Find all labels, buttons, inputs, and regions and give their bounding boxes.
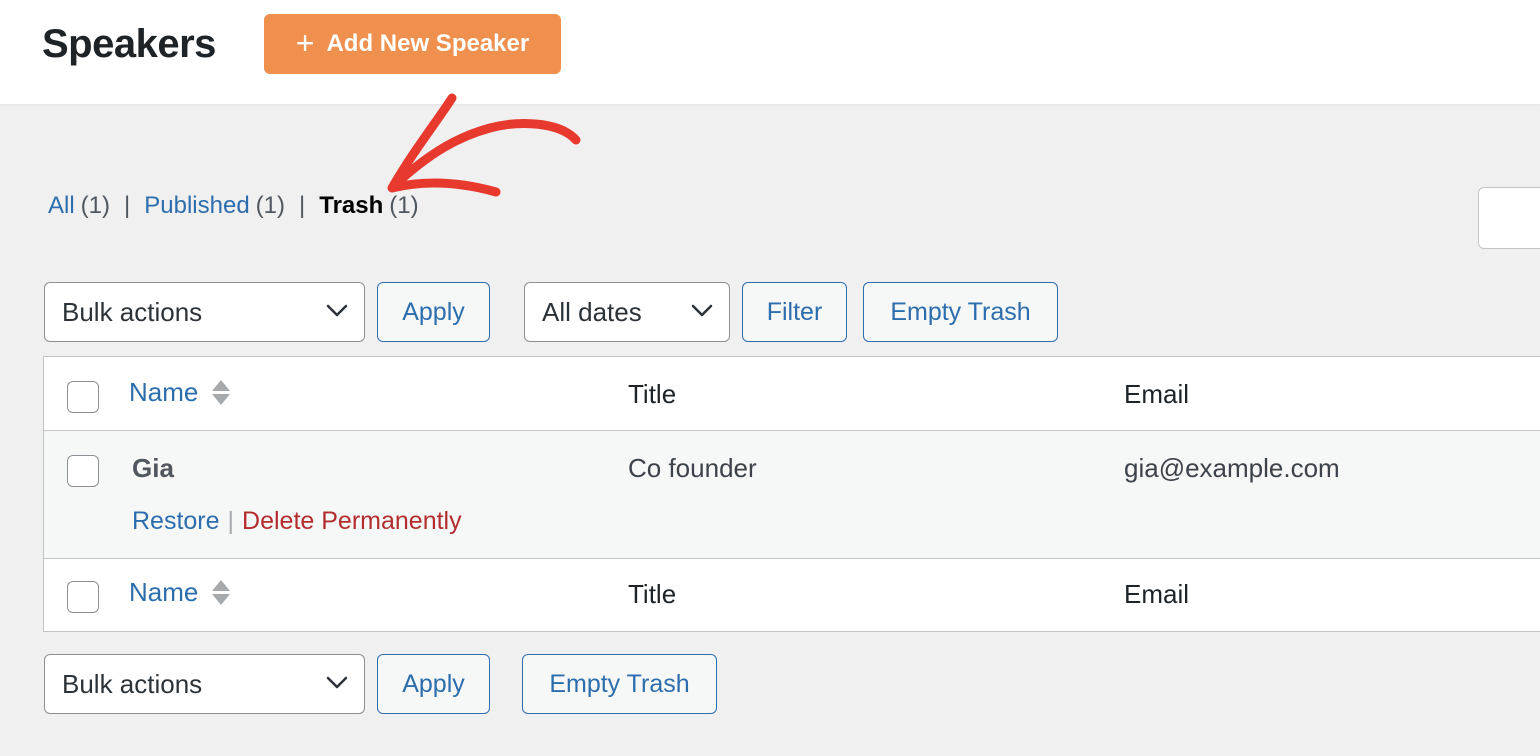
table-footer-row: Name Title Email	[44, 559, 1540, 633]
page-title: Speakers	[42, 22, 216, 66]
filter-button[interactable]: Filter	[742, 282, 847, 342]
delete-permanently-link[interactable]: Delete Permanently	[242, 507, 462, 536]
chevron-down-icon	[326, 676, 348, 689]
speaker-email: gia@example.com	[1124, 453, 1340, 483]
add-new-speaker-label: Add New Speaker	[326, 30, 530, 57]
apply-button-top[interactable]: Apply	[377, 282, 490, 342]
column-name-label: Name	[129, 577, 199, 607]
bulk-actions-value: Bulk actions	[62, 296, 203, 327]
view-published-count: (1)	[255, 192, 286, 219]
arrow-annotation-icon	[387, 93, 581, 197]
restore-link[interactable]: Restore	[132, 507, 220, 536]
date-filter-value: All dates	[542, 296, 642, 327]
date-filter-select[interactable]: All dates	[524, 282, 730, 342]
chevron-down-icon	[326, 304, 348, 317]
empty-trash-button-top[interactable]: Empty Trash	[863, 282, 1058, 342]
bulk-actions-select-top[interactable]: Bulk actions	[44, 282, 365, 342]
column-email-label: Email	[1124, 379, 1190, 409]
column-name-sort-footer[interactable]: Name	[129, 577, 231, 608]
add-new-speaker-button[interactable]: + Add New Speaker	[264, 14, 561, 74]
speaker-title: Co founder	[628, 453, 757, 483]
sort-arrows-icon	[212, 580, 231, 605]
view-filters: All (1) | Published (1) | Trash (1)	[48, 192, 419, 220]
apply-button-bottom[interactable]: Apply	[377, 654, 490, 714]
column-name-label: Name	[129, 377, 199, 407]
view-trash-count: (1)	[389, 192, 419, 219]
table-row: Gia Co founder gia@example.com Restore |…	[44, 431, 1540, 559]
table-header-row: Name Title Email	[44, 357, 1540, 431]
select-all-checkbox-footer[interactable]	[67, 581, 99, 613]
column-name-sort[interactable]: Name	[129, 377, 231, 408]
row-actions: Restore | Delete Permanently	[132, 507, 462, 536]
column-title-label: Title	[628, 579, 677, 609]
view-separator: |	[299, 192, 306, 219]
speakers-table: Name Title Email Gia Co founder gia@exam…	[43, 356, 1540, 632]
bulk-actions-value: Bulk actions	[62, 668, 203, 699]
search-input[interactable]	[1478, 187, 1540, 249]
sort-arrows-icon	[212, 380, 231, 405]
speaker-name: Gia	[132, 453, 174, 483]
view-all-count: (1)	[80, 192, 111, 219]
page-header: Speakers + Add New Speaker	[0, 0, 1540, 104]
empty-trash-button-bottom[interactable]: Empty Trash	[522, 654, 717, 714]
column-email-label: Email	[1124, 579, 1190, 609]
view-separator: |	[124, 192, 131, 219]
view-trash-link[interactable]: Trash	[319, 192, 383, 220]
select-all-checkbox[interactable]	[67, 381, 99, 413]
view-published-link[interactable]: Published	[144, 192, 249, 220]
plus-icon: +	[295, 24, 315, 61]
row-checkbox[interactable]	[67, 455, 99, 487]
column-title-label: Title	[628, 379, 677, 409]
view-all-link[interactable]: All	[48, 192, 75, 220]
bulk-actions-select-bottom[interactable]: Bulk actions	[44, 654, 365, 714]
chevron-down-icon	[691, 304, 713, 317]
row-actions-separator: |	[227, 507, 235, 535]
